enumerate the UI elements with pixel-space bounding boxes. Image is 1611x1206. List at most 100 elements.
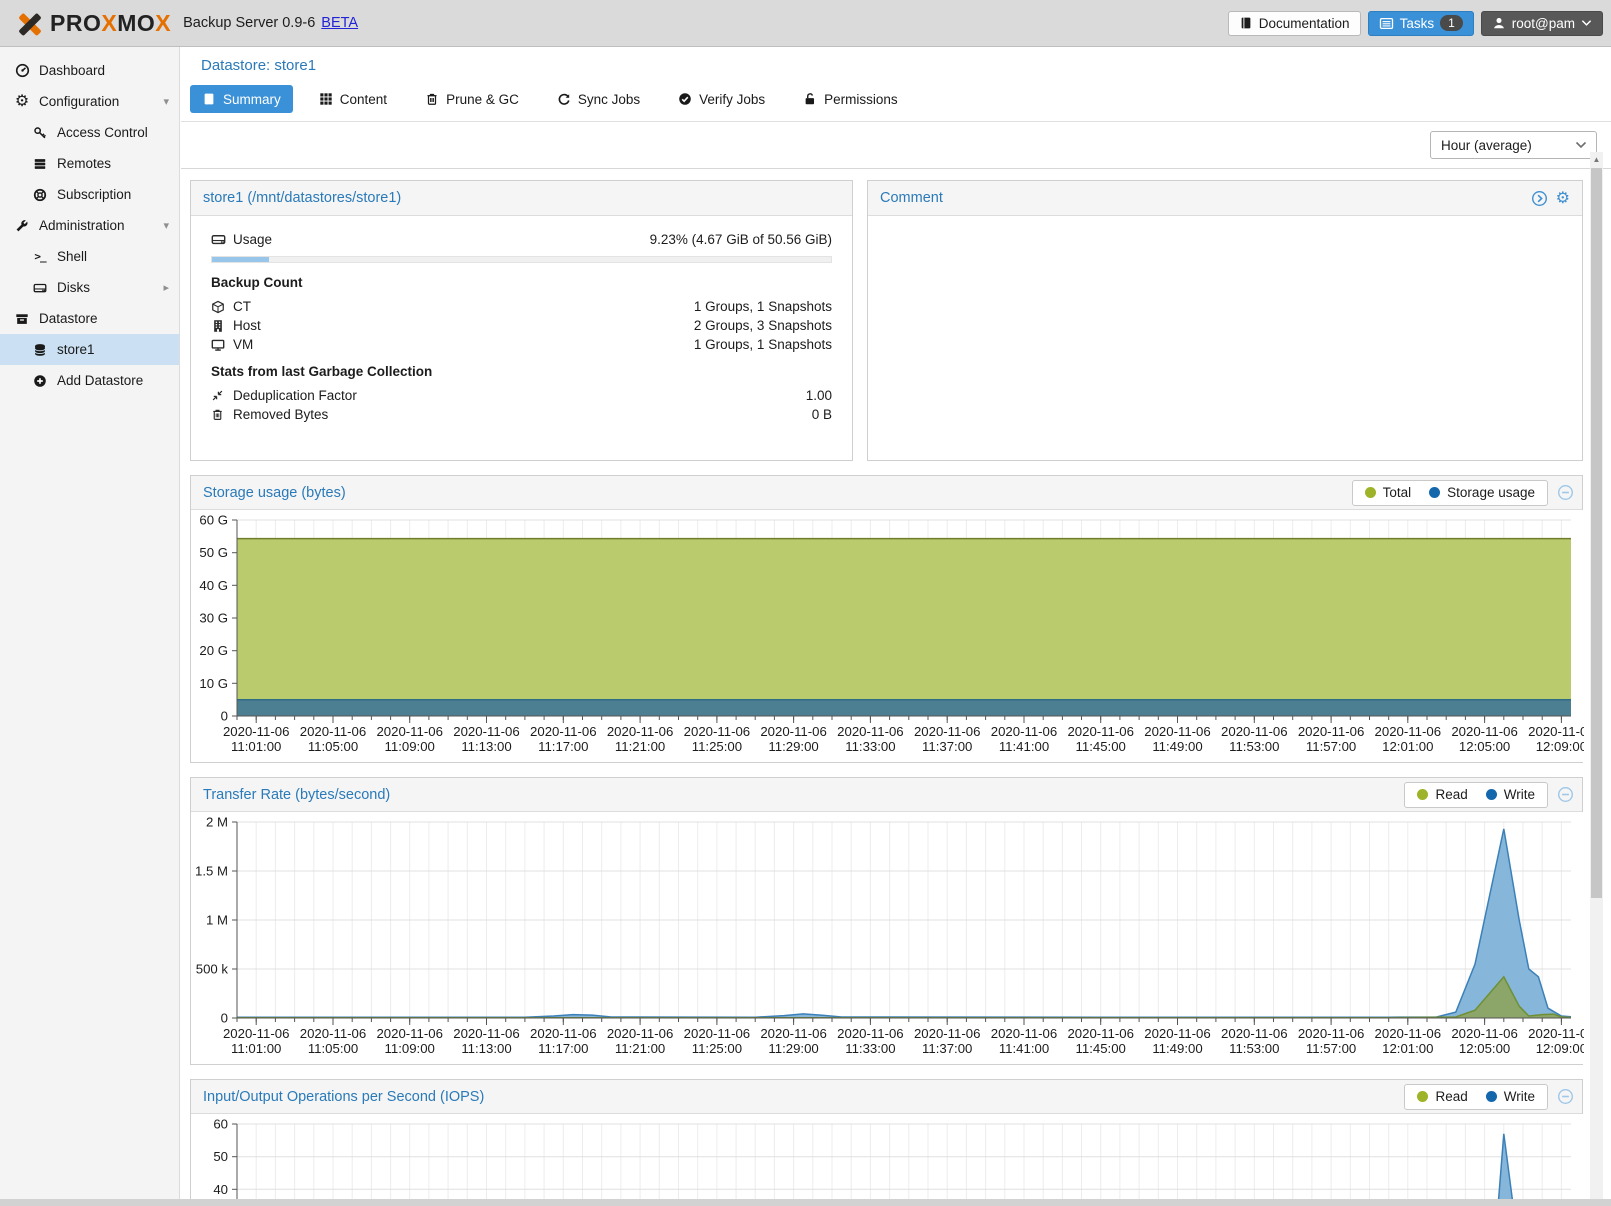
svg-text:1 M: 1 M — [206, 913, 228, 928]
svg-text:10 G: 10 G — [199, 676, 228, 691]
sidebar-item-disks[interactable]: Disks ▸ — [0, 272, 179, 303]
svg-text:2020-11-06: 2020-11-06 — [1067, 724, 1133, 739]
sidebar-item-dashboard[interactable]: Dashboard — [0, 55, 179, 86]
sync-icon — [557, 92, 571, 106]
svg-text:11:25:00: 11:25:00 — [692, 1041, 742, 1056]
svg-text:2020-11-06: 2020-11-06 — [1298, 1026, 1364, 1041]
svg-text:11:57:00: 11:57:00 — [1306, 739, 1356, 754]
chart-toolbar: Hour (average) — [181, 122, 1611, 169]
svg-text:12:09:00: 12:09:00 — [1536, 739, 1584, 754]
sidebar-item-administration[interactable]: Administration ▾ — [0, 210, 179, 241]
removed-bytes-row: Removed Bytes 0 B — [211, 405, 832, 424]
svg-text:11:21:00: 11:21:00 — [615, 739, 665, 754]
life-ring-icon — [30, 188, 50, 202]
svg-text:40 G: 40 G — [199, 578, 228, 593]
legend-dot — [1486, 789, 1497, 800]
svg-text:11:49:00: 11:49:00 — [1152, 1041, 1202, 1056]
sidebar-item-configuration[interactable]: ⚙ Configuration ▾ — [0, 86, 179, 117]
expander-right-icon[interactable]: ▸ — [163, 281, 169, 294]
tab-content[interactable]: Content — [307, 85, 399, 113]
svg-text:60 G: 60 G — [199, 513, 228, 528]
svg-text:2020-11-06: 2020-11-06 — [530, 724, 596, 739]
legend-item-read[interactable]: Read — [1417, 787, 1467, 802]
svg-text:40: 40 — [213, 1182, 228, 1197]
tab-summary[interactable]: Summary — [190, 85, 293, 113]
svg-text:12:05:00: 12:05:00 — [1459, 1041, 1510, 1056]
store-panel-title: store1 (/mnt/datastores/store1) — [203, 190, 401, 206]
usage-progress-fill — [212, 257, 269, 262]
sidebar-item-access-control[interactable]: Access Control — [0, 117, 179, 148]
scrollbar-thumb[interactable] — [1591, 168, 1602, 898]
svg-text:2020-11-06: 2020-11-06 — [1375, 724, 1441, 739]
expander-down-icon[interactable]: ▾ — [163, 219, 169, 232]
trash-icon — [425, 92, 439, 106]
transfer-rate-chart: 2 M1.5 M1 M500 k02020-11-0611:01:002020-… — [191, 812, 1584, 1064]
bottom-edge-strip — [0, 1199, 1611, 1206]
scroll-up-arrow-icon[interactable]: ▲ — [1590, 152, 1603, 166]
usage-row: Usage 9.23% (4.67 GiB of 50.56 GiB) — [211, 230, 832, 249]
hdd-icon — [30, 281, 50, 295]
legend-item-read[interactable]: Read — [1417, 1089, 1467, 1104]
legend-item-total[interactable]: Total — [1365, 485, 1412, 500]
collapse-minus-circle-icon[interactable] — [1557, 1088, 1574, 1105]
user-icon — [1492, 16, 1506, 30]
svg-text:2020-11-06: 2020-11-06 — [1067, 1026, 1133, 1041]
svg-text:2020-11-06: 2020-11-06 — [607, 1026, 673, 1041]
ct-row: CT 1 Groups, 1 Snapshots — [211, 297, 832, 316]
chevron-down-icon — [1581, 19, 1592, 27]
sidebar-item-subscription[interactable]: Subscription — [0, 179, 179, 210]
svg-text:2020-11-06: 2020-11-06 — [1528, 1026, 1584, 1041]
legend-item-write[interactable]: Write — [1486, 787, 1535, 802]
svg-text:20 G: 20 G — [199, 643, 228, 658]
unlock-icon — [803, 92, 817, 106]
sidebar-item-remotes[interactable]: Remotes — [0, 148, 179, 179]
legend-item-storage-usage[interactable]: Storage usage — [1429, 485, 1535, 500]
tab-verify-jobs[interactable]: Verify Jobs — [666, 85, 777, 113]
svg-text:2020-11-06: 2020-11-06 — [991, 1026, 1057, 1041]
building-icon — [211, 319, 233, 333]
storage-usage-chart: 60 G50 G40 G30 G20 G10 G02020-11-0611:01… — [191, 510, 1584, 762]
storage-usage-chart-panel: Storage usage (bytes) Total Storage usag… — [190, 475, 1583, 763]
legend-dot — [1429, 487, 1440, 498]
sidebar-item-datastore[interactable]: Datastore — [0, 303, 179, 334]
transfer-rate-chart-title: Transfer Rate (bytes/second) — [203, 787, 390, 803]
svg-text:11:09:00: 11:09:00 — [385, 1041, 435, 1056]
product-version: Backup Server 0.9-6 — [183, 15, 315, 31]
tab-prune-gc[interactable]: Prune & GC — [413, 85, 531, 113]
sidebar-item-shell[interactable]: >_ Shell — [0, 241, 179, 272]
tab-sync-jobs[interactable]: Sync Jobs — [545, 85, 652, 113]
legend-item-write[interactable]: Write — [1486, 1089, 1535, 1104]
backup-count-heading: Backup Count — [211, 275, 832, 290]
collapse-minus-circle-icon[interactable] — [1557, 484, 1574, 501]
svg-text:11:01:00: 11:01:00 — [231, 739, 281, 754]
task-list-icon — [1379, 16, 1394, 31]
svg-text:2020-11-06: 2020-11-06 — [1144, 724, 1210, 739]
gear-icon[interactable]: ⚙ — [1556, 188, 1570, 208]
svg-text:11:17:00: 11:17:00 — [538, 1041, 588, 1056]
collapse-minus-circle-icon[interactable] — [1557, 786, 1574, 803]
documentation-button[interactable]: Documentation — [1228, 11, 1361, 36]
svg-text:2020-11-06: 2020-11-06 — [991, 724, 1057, 739]
iops-chart-panel: Input/Output Operations per Second (IOPS… — [190, 1079, 1583, 1199]
archive-box-icon — [12, 312, 32, 326]
user-menu-button[interactable]: root@pam — [1481, 11, 1603, 36]
beta-link[interactable]: BETA — [321, 15, 358, 31]
svg-text:2020-11-06: 2020-11-06 — [223, 724, 289, 739]
expander-down-icon[interactable]: ▾ — [163, 95, 169, 108]
svg-text:2020-11-06: 2020-11-06 — [1528, 724, 1584, 739]
vertical-scrollbar[interactable]: ▲ — [1590, 152, 1603, 1199]
edit-comment-circle-chevron-icon[interactable] — [1531, 190, 1548, 207]
svg-text:2020-11-06: 2020-11-06 — [684, 1026, 750, 1041]
usage-label: Usage — [233, 232, 272, 247]
svg-text:30 G: 30 G — [199, 611, 228, 626]
svg-text:2020-11-06: 2020-11-06 — [1221, 724, 1287, 739]
tab-permissions[interactable]: Permissions — [791, 85, 910, 113]
svg-text:1.5 M: 1.5 M — [195, 864, 228, 879]
top-header-bar: PROXMOX Backup Server 0.9-6 BETA Documen… — [0, 0, 1611, 47]
sidebar-item-add-datastore[interactable]: Add Datastore — [0, 365, 179, 396]
tasks-button[interactable]: Tasks 1 — [1368, 11, 1474, 36]
sidebar-item-store1[interactable]: store1 — [0, 334, 179, 365]
monitor-icon — [211, 338, 233, 352]
timeframe-select[interactable]: Hour (average) — [1430, 131, 1597, 159]
svg-text:2020-11-06: 2020-11-06 — [914, 724, 980, 739]
